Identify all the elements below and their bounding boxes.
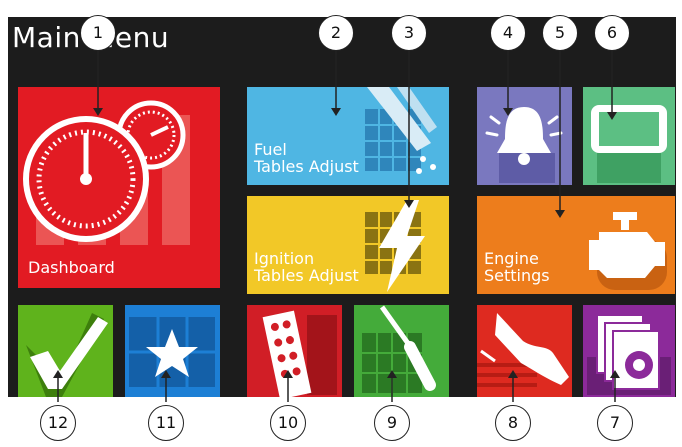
distributor-icon bbox=[262, 310, 337, 397]
tools-tile[interactable] bbox=[354, 305, 449, 397]
callout-12: 12 bbox=[40, 405, 76, 441]
display-icon bbox=[591, 105, 667, 183]
shoe-icon bbox=[477, 313, 569, 387]
launch-tile[interactable] bbox=[477, 305, 572, 397]
alarms-tile[interactable] bbox=[477, 87, 572, 185]
favorites-tile[interactable] bbox=[125, 305, 220, 397]
engine-settings-label: Engine Settings bbox=[484, 249, 550, 285]
bell-icon bbox=[485, 107, 563, 183]
callout-8: 8 bbox=[495, 405, 531, 441]
settings-files-icon bbox=[587, 314, 671, 395]
callout-6: 6 bbox=[594, 15, 630, 51]
callout-4: 4 bbox=[490, 15, 526, 51]
star-icon bbox=[129, 317, 215, 387]
callout-7: 7 bbox=[597, 405, 633, 441]
callout-9: 9 bbox=[374, 405, 410, 441]
screwdriver-icon bbox=[362, 305, 436, 393]
dashboard-tile[interactable]: Dashboard bbox=[18, 87, 220, 288]
callout-5: 5 bbox=[542, 15, 578, 51]
ignition-tables-tile[interactable]: Ignition Tables Adjust bbox=[247, 196, 449, 294]
check-tile[interactable] bbox=[18, 305, 113, 397]
checkmark-icon bbox=[26, 313, 108, 397]
fuel-tables-tile[interactable]: Fuel Tables Adjust bbox=[247, 87, 449, 185]
dashboard-label: Dashboard bbox=[28, 258, 115, 277]
callout-11: 11 bbox=[148, 405, 184, 441]
callout-1: 1 bbox=[80, 15, 116, 51]
ignition-timing-tile[interactable] bbox=[247, 305, 342, 397]
callout-3: 3 bbox=[391, 15, 427, 51]
display-tile[interactable] bbox=[583, 87, 675, 185]
engine-settings-tile[interactable]: Engine Settings bbox=[477, 196, 675, 294]
callout-2: 2 bbox=[318, 15, 354, 51]
ignition-tables-label: Ignition Tables Adjust bbox=[254, 249, 359, 285]
fuel-tables-label: Fuel Tables Adjust bbox=[254, 140, 359, 176]
files-settings-tile[interactable] bbox=[583, 305, 675, 397]
callout-10: 10 bbox=[270, 405, 306, 441]
